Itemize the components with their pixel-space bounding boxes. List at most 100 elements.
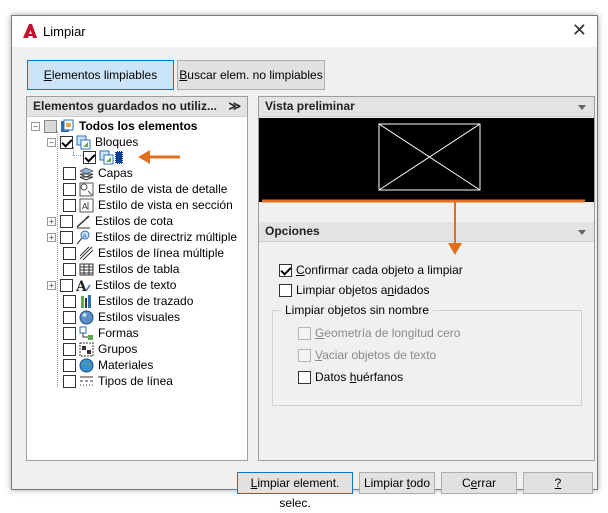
checkbox[interactable] bbox=[63, 310, 76, 324]
label-rest: idados bbox=[394, 283, 430, 297]
checkbox[interactable] bbox=[63, 374, 76, 388]
checkbox[interactable] bbox=[298, 370, 311, 384]
help-button[interactable]: ? bbox=[523, 472, 593, 494]
tree-label: Capas bbox=[98, 166, 133, 180]
tree-label: Estilo de vista en sección bbox=[98, 198, 233, 212]
checkbox-blocks[interactable] bbox=[60, 135, 73, 149]
tree-node-visual-styles[interactable]: Estilos visuales bbox=[63, 309, 180, 325]
checkbox[interactable] bbox=[63, 262, 76, 276]
tree-node-blocks[interactable]: − Bloques bbox=[47, 134, 138, 150]
selected-block-name[interactable] bbox=[115, 150, 123, 164]
section-view-icon: A bbox=[79, 198, 94, 212]
tree-node-groups[interactable]: Grupos bbox=[63, 341, 137, 357]
checkbox[interactable] bbox=[63, 342, 76, 356]
dialog-title: Limpiar bbox=[43, 24, 86, 39]
checkbox[interactable] bbox=[298, 348, 311, 362]
tab-non-purgeable-items[interactable]: Buscar elem. no limpiables bbox=[177, 60, 325, 90]
mnemonic: G bbox=[315, 326, 325, 340]
expand-icon[interactable]: + bbox=[47, 216, 56, 226]
expand-icon[interactable]: + bbox=[47, 280, 56, 290]
tree-node-text-styles[interactable]: + A Estilos de texto bbox=[47, 277, 176, 293]
tree-node-plot-styles[interactable]: Estilos de trazado bbox=[63, 293, 193, 309]
block-icon bbox=[99, 150, 114, 164]
checkbox[interactable] bbox=[279, 263, 292, 277]
svg-text:A: A bbox=[82, 202, 88, 211]
label-pre: Limpiar bbox=[363, 476, 407, 490]
confirm-each-checkbox[interactable]: Confirmar cada objeto a limpiar bbox=[279, 263, 463, 277]
tree-node-linetypes[interactable]: Tipos de línea bbox=[63, 373, 173, 389]
mnemonic: ? bbox=[554, 476, 562, 490]
multiline-icon bbox=[79, 246, 94, 260]
zero-length-label: Geometría de longitud cero bbox=[315, 326, 460, 340]
orphaned-data-checkbox[interactable]: Datos huérfanos bbox=[298, 370, 403, 384]
autocad-a-icon bbox=[23, 24, 37, 38]
checkbox[interactable] bbox=[298, 326, 311, 340]
tree-label: Grupos bbox=[98, 342, 138, 356]
expand-icon[interactable]: + bbox=[47, 232, 56, 242]
empty-text-label: Vaciar objetos de texto bbox=[315, 348, 436, 362]
preview-header-label: Vista preliminar bbox=[265, 99, 355, 113]
checkbox[interactable] bbox=[63, 358, 76, 372]
close-icon[interactable]: ✕ bbox=[572, 20, 587, 41]
collapse-chevron-icon[interactable]: ≫ bbox=[228, 97, 241, 116]
tree-node-table-styles[interactable]: Estilos de tabla bbox=[63, 261, 179, 277]
collapse-triangle-icon[interactable] bbox=[578, 105, 586, 110]
tab-purgeable-items[interactable]: Elementos limpiables bbox=[27, 60, 174, 90]
group-icon bbox=[79, 342, 94, 356]
collapse-icon[interactable]: − bbox=[47, 137, 56, 147]
tree-node-mline-styles[interactable]: Estilos de línea múltiple bbox=[63, 245, 224, 261]
checkbox[interactable] bbox=[60, 230, 73, 244]
tree-node-mleader-styles[interactable]: + A Estilos de directriz múltiple bbox=[47, 229, 237, 245]
detail-view-icon bbox=[79, 182, 94, 196]
tree-label: Formas bbox=[98, 326, 139, 340]
collapse-triangle-icon[interactable] bbox=[578, 230, 586, 235]
label-rest: impiar element. selec. bbox=[257, 476, 340, 510]
tree-label: Estilos de cota bbox=[95, 214, 174, 228]
options-header[interactable]: Opciones bbox=[259, 222, 594, 242]
checkbox[interactable] bbox=[60, 214, 73, 228]
purge-selected-button[interactable]: Limpiar element. selec. bbox=[237, 472, 353, 510]
tree-node-shapes[interactable]: Formas bbox=[63, 325, 139, 341]
tree-label-blocks: Bloques bbox=[95, 135, 139, 149]
collapse-icon[interactable]: − bbox=[31, 121, 40, 131]
checkbox[interactable] bbox=[63, 198, 76, 212]
mnemonic: C bbox=[296, 263, 305, 277]
checkbox[interactable] bbox=[63, 166, 76, 180]
checkbox[interactable] bbox=[63, 182, 76, 196]
purge-dialog: Limpiar ✕ Elementos limpiables Buscar el… bbox=[11, 15, 598, 510]
linetype-icon bbox=[80, 376, 93, 385]
checkbox[interactable] bbox=[279, 283, 292, 297]
plot-style-icon bbox=[81, 294, 91, 308]
tree-label: Estilos de directriz múltiple bbox=[95, 230, 238, 244]
orphaned-data-label: Datos huérfanos bbox=[315, 370, 403, 384]
drawing-stack-icon bbox=[61, 119, 74, 132]
tree-node-detail-view-style[interactable]: Estilo de vista de detalle bbox=[63, 181, 227, 197]
confirm-each-label: Confirmar cada objeto a limpiar bbox=[296, 263, 463, 277]
tree-label: Estilos visuales bbox=[98, 310, 181, 324]
purge-all-button[interactable]: Limpiar todo bbox=[359, 472, 435, 494]
checkbox-all[interactable] bbox=[44, 119, 57, 133]
label-rest: aciar objetos de texto bbox=[322, 348, 437, 362]
label-pre: Limpiar objetos a bbox=[296, 283, 388, 297]
tree-label: Tipos de línea bbox=[98, 374, 173, 388]
purge-nested-checkbox[interactable]: Limpiar objetos anidados bbox=[279, 283, 429, 297]
label-pre: C bbox=[461, 476, 471, 490]
tree-node-block-child[interactable] bbox=[83, 149, 123, 165]
tree-node-all[interactable]: − Todos los elementos bbox=[31, 118, 197, 134]
checkbox-block-child[interactable] bbox=[83, 150, 96, 164]
tree-node-section-view-style[interactable]: A Estilo de vista en sección bbox=[63, 197, 233, 213]
tree-node-layers[interactable]: Capas bbox=[63, 165, 133, 181]
tab-purgeable-label: lementos limpiables bbox=[51, 68, 158, 82]
checkbox[interactable] bbox=[63, 326, 76, 340]
checkbox[interactable] bbox=[63, 294, 76, 308]
zero-length-geometry-checkbox[interactable]: Geometría de longitud cero bbox=[298, 326, 460, 340]
checkbox[interactable] bbox=[63, 246, 76, 260]
empty-text-objects-checkbox[interactable]: Vaciar objetos de texto bbox=[298, 348, 436, 362]
close-button[interactable]: Cerrar bbox=[441, 472, 517, 494]
tree-node-dim-styles[interactable]: + Estilos de cota bbox=[47, 213, 173, 229]
label-rest: eometría de longitud cero bbox=[324, 326, 461, 340]
preview-header[interactable]: Vista preliminar bbox=[259, 97, 594, 117]
checkbox[interactable] bbox=[60, 278, 73, 292]
tree-node-materials[interactable]: Materiales bbox=[63, 357, 153, 373]
tree-label: Estilos de texto bbox=[95, 278, 177, 292]
